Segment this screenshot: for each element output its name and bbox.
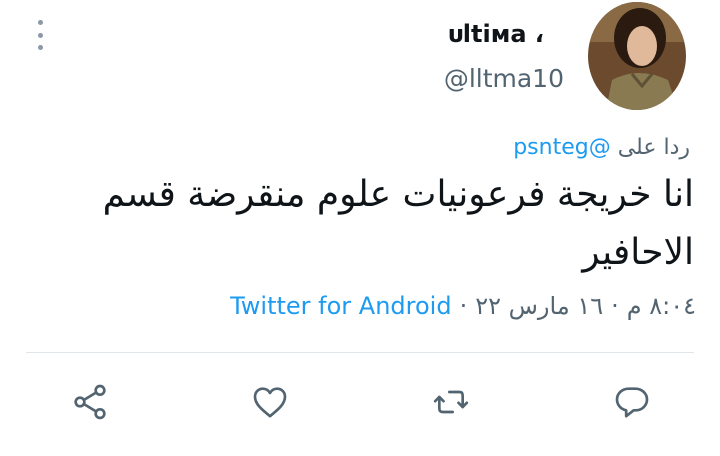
share-icon — [74, 384, 106, 420]
tweet-date[interactable]: ١٦ مارس ٢٢ — [475, 292, 603, 320]
meta-separator: · — [459, 292, 468, 320]
reply-button[interactable] — [610, 380, 654, 424]
retweet-icon — [433, 390, 469, 414]
avatar-image — [588, 2, 686, 110]
tweet-meta: Twitter for Android · ١٦ مارس ٢٢ · ٨:٠٤ … — [230, 292, 696, 320]
meta-separator: · — [611, 292, 619, 320]
author-display-name[interactable]: ᴜltiмa ، — [448, 20, 544, 48]
avatar[interactable] — [588, 2, 686, 110]
reply-prefix: ردا على — [617, 135, 690, 160]
tweet-text: انا خريجة فرعونيات علوم منقرضة قسم الاحا… — [102, 174, 694, 273]
reply-mention-link[interactable]: @psnteg — [513, 135, 611, 160]
reply-context: ردا على @psnteg — [513, 135, 690, 160]
more-dot — [37, 32, 43, 38]
author-handle[interactable]: @lltma10 — [444, 64, 564, 93]
like-button[interactable] — [248, 380, 292, 424]
tweet-time[interactable]: ٨:٠٤ م — [627, 292, 696, 320]
tweet-actions-bar — [0, 380, 720, 424]
more-dot — [37, 20, 43, 25]
tweet-client-link[interactable]: Twitter for Android — [230, 292, 451, 320]
reply-icon — [615, 387, 649, 418]
more-dot — [37, 45, 43, 50]
divider — [26, 352, 694, 353]
like-icon — [253, 387, 287, 418]
retweet-button[interactable] — [429, 380, 473, 424]
share-button[interactable] — [68, 380, 112, 424]
more-options-icon[interactable] — [33, 20, 47, 50]
